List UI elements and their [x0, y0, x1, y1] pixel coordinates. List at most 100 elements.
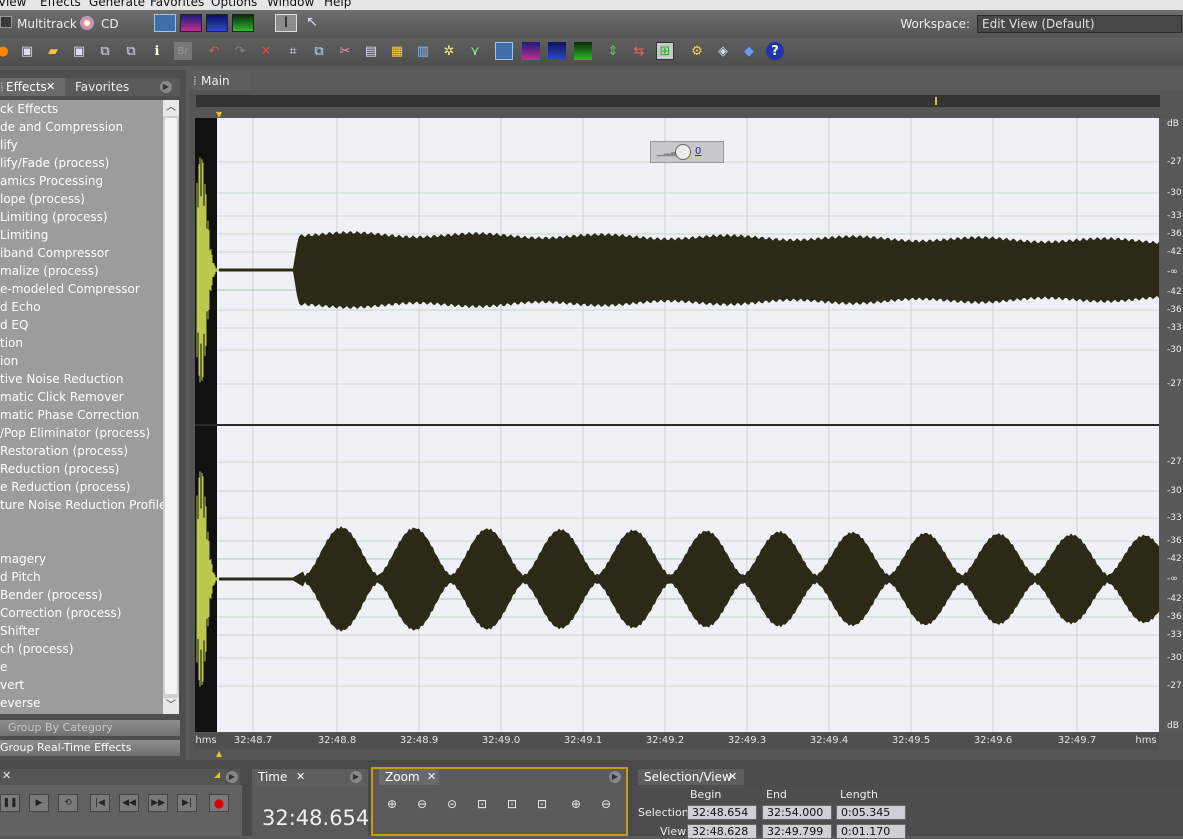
help-icon[interactable]: ?	[766, 42, 784, 60]
move-tool-button[interactable]: ↖	[301, 14, 323, 32]
save-icon[interactable]: ▣	[18, 42, 36, 60]
effect-list-item[interactable]: iband Compressor	[0, 244, 109, 262]
save-as-icon[interactable]: ▣	[70, 42, 88, 60]
redo-icon[interactable]: ↷	[231, 42, 249, 60]
selection-length-field[interactable]: 0:05.345	[836, 805, 906, 820]
menu-view[interactable]: View	[0, 0, 26, 9]
copy-icon[interactable]: ⧉	[310, 42, 328, 60]
effect-list-item[interactable]: lope (process)	[0, 190, 85, 208]
settings-gear-icon[interactable]: ⚙	[688, 42, 706, 60]
effect-list-item[interactable]: Limiting	[0, 226, 48, 244]
effect-list-item[interactable]: /Pop Eliminator (process)	[0, 424, 150, 442]
playhead-marker-bottom-icon[interactable]: ▲	[216, 749, 222, 758]
effects-scrollbar[interactable]: ︿ ﹀	[163, 100, 179, 714]
go-to-start-button[interactable]: |◀	[90, 794, 110, 812]
effect-list-item[interactable]: Correction (process)	[0, 604, 121, 622]
cut-icon[interactable]: ✂	[336, 42, 354, 60]
effect-list-item[interactable]: malize (process)	[0, 262, 99, 280]
spectral-display-icon[interactable]	[522, 42, 540, 60]
effect-list-item[interactable]: lify/Fade (process)	[0, 154, 109, 172]
play-button[interactable]: ▶	[29, 794, 49, 812]
view-begin-field[interactable]: 32:48.628	[687, 824, 757, 839]
open-folder-icon[interactable]: ▰	[44, 42, 62, 60]
snap-icon[interactable]: ⇕	[604, 42, 622, 60]
effect-list-item[interactable]: matic Click Remover	[0, 388, 124, 406]
zoom-to-right-edge-icon[interactable]: ⊡	[531, 794, 553, 814]
tab-zoom[interactable]: Zoom ✕	[379, 769, 439, 785]
group-by-category-button[interactable]: Group By Category	[0, 720, 180, 736]
menu-window[interactable]: Window	[267, 0, 314, 9]
crop-icon[interactable]: ⌗	[284, 42, 302, 60]
close-icon[interactable]: ✕	[427, 769, 436, 785]
effect-list-item[interactable]: Shifter	[0, 622, 40, 640]
playhead-marker-icon[interactable]: ▼	[216, 110, 222, 119]
menu-favorites[interactable]: Favorites	[150, 0, 204, 9]
view-length-field[interactable]: 0:01.170	[836, 824, 906, 839]
waveform-display[interactable]	[195, 118, 1159, 732]
menu-options[interactable]: Options	[211, 0, 257, 9]
batch-icon[interactable]: ⧉	[122, 42, 140, 60]
marker-icon[interactable]: ◆	[740, 42, 758, 60]
waveform-display-icon[interactable]	[495, 42, 513, 60]
new-file-icon[interactable]: ●	[0, 42, 12, 60]
panel-menu-icon[interactable]: ▶	[350, 771, 362, 783]
effect-list-item[interactable]: ch (process)	[0, 640, 74, 658]
selection-end-field[interactable]: 32:54.000	[762, 805, 832, 820]
scroll-thumb[interactable]	[165, 118, 177, 694]
loop-button[interactable]: ⟲	[58, 794, 78, 812]
effect-list-item[interactable]: e-modeled Compressor	[0, 280, 140, 298]
effects-icon[interactable]: ✲	[440, 42, 458, 60]
paste-icon[interactable]: ▤	[362, 42, 380, 60]
tab-time[interactable]: Time ✕ ▶	[252, 769, 368, 785]
undo-icon[interactable]: ↶	[205, 42, 223, 60]
scroll-down-icon[interactable]: ﹀	[163, 698, 179, 714]
view-end-field[interactable]: 32:49.799	[762, 824, 832, 839]
level-hud[interactable]: ▁▂▃ 0	[650, 141, 724, 163]
effect-list-item[interactable]: Bender (process)	[0, 586, 102, 604]
effect-list-item[interactable]: e	[0, 658, 7, 676]
multitrack-button[interactable]: Multitrack	[17, 17, 77, 31]
effect-list-item[interactable]: d Echo	[0, 298, 41, 316]
save-all-icon[interactable]: ⧉	[96, 42, 114, 60]
zoom-to-left-edge-icon[interactable]: ⊡	[501, 794, 523, 814]
zoom-out-vertical-icon[interactable]: ⊖	[595, 794, 617, 814]
filter-icon[interactable]: ⋎	[466, 42, 484, 60]
close-icon[interactable]: ✕	[728, 769, 737, 785]
bridge-icon[interactable]: Br	[174, 42, 192, 60]
effect-list-item[interactable]: e Reduction (process)	[0, 478, 130, 496]
cd-button[interactable]: CD	[101, 17, 119, 31]
group-realtime-effects-button[interactable]: Group Real-Time Effects	[0, 740, 180, 756]
effect-list-item[interactable]: tive Noise Reduction	[0, 370, 123, 388]
effect-list-item[interactable]: ion	[0, 352, 18, 370]
tab-favorites[interactable]: Favorites	[75, 78, 129, 96]
scroll-up-icon[interactable]: ︿	[163, 100, 179, 116]
tab-main[interactable]: ⁞ Main	[193, 72, 251, 90]
fast-forward-button[interactable]: ▶▶	[148, 794, 168, 812]
close-icon[interactable]: ✕	[2, 769, 11, 782]
spectral-pan-view-button[interactable]	[206, 14, 228, 32]
rewind-button[interactable]: ◀◀	[119, 794, 139, 812]
menu-effects[interactable]: Effects	[40, 0, 81, 9]
zoom-in-vertical-icon[interactable]: ⊕	[565, 794, 587, 814]
close-icon[interactable]: ✕	[296, 769, 305, 785]
zoom-to-selection-icon[interactable]: ⊡	[471, 794, 493, 814]
show-grid-icon[interactable]: ⊞	[656, 42, 674, 60]
effect-list-item[interactable]: d Pitch	[0, 568, 41, 586]
record-button[interactable]: ●	[209, 794, 229, 812]
pan-display-icon[interactable]	[548, 42, 566, 60]
effect-list-item[interactable]: matic Phase Correction	[0, 406, 139, 424]
time-selection-tool-button[interactable]: I	[275, 14, 297, 32]
tab-effects[interactable]: ⁞ Effects ✕	[0, 78, 65, 96]
close-icon[interactable]: ✕	[46, 78, 55, 96]
tab-selection-view[interactable]: Selection/View ✕	[638, 769, 744, 785]
panel-menu-icon[interactable]: ▶	[609, 771, 621, 783]
zoom-out-horizontal-icon[interactable]: ⊖	[411, 794, 433, 814]
frequency-analysis-icon[interactable]: ▥	[414, 42, 432, 60]
workspace-dropdown[interactable]: Edit View (Default)	[977, 15, 1182, 33]
metronome-icon[interactable]: ◈	[714, 42, 732, 60]
effect-list-item[interactable]: magery	[0, 550, 46, 568]
effect-list-item[interactable]: lify	[0, 136, 18, 154]
waveform-view-button[interactable]	[154, 14, 176, 32]
menu-generate[interactable]: Generate	[89, 0, 145, 9]
go-to-end-button[interactable]: ▶|	[177, 794, 197, 812]
